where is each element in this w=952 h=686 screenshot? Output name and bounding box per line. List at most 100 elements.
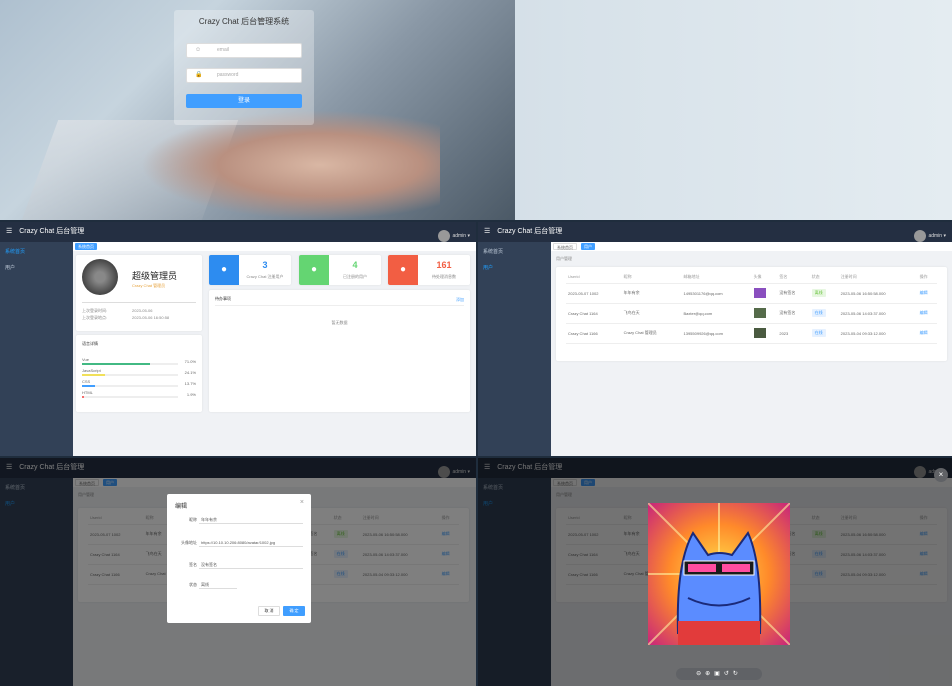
table-row: 2023-05-07 1002 年年有余 1495301176@qq.com 没… <box>566 283 937 304</box>
edit-button[interactable]: 编辑 <box>920 330 928 335</box>
tab-users[interactable]: 用户 <box>581 243 595 250</box>
avatar <box>914 229 927 242</box>
last-login-label: 上次登录时间: <box>82 308 108 313</box>
app-header: ☰ Crazy Chat 后台管理 admin ▾ <box>0 222 476 242</box>
sidebar: 系统首页 用户 <box>478 242 551 456</box>
edit-dialog: 编辑 × 昵称 年年有余 头像地址 https://10.10.10.206:8080… <box>167 494 311 623</box>
stat-label: 已注册的用户 <box>343 274 367 279</box>
confirm-button[interactable]: 确 定 <box>283 606 305 616</box>
preview-toolbar: ⊖⊕▣↺↻ <box>676 668 762 680</box>
stat-number: 161 <box>436 260 452 270</box>
cell-status: 在线 <box>809 323 839 344</box>
stat-icon: ● <box>388 255 418 285</box>
language-name: CSS <box>82 379 91 384</box>
column-header: 昵称 <box>621 271 682 284</box>
language-pct: 1.9% <box>186 392 196 397</box>
email-field[interactable]: ☺ email <box>186 43 302 58</box>
sidebar-item-home[interactable]: 系统首页 <box>0 242 73 258</box>
status-select[interactable]: 离线 <box>199 580 237 589</box>
cell-email: Baxter@qq.com <box>681 303 752 324</box>
column-header: 状态 <box>809 271 839 284</box>
close-icon[interactable]: × <box>300 499 304 506</box>
tab-home[interactable]: 系统首页 <box>75 243 97 250</box>
preview-panel: ☰ Crazy Chat 后台管理 admin ▾ 系统首页 用户 系统首页 用… <box>478 458 952 686</box>
table-row: Crazy Chat 1166 Crazy Chat 管理员 139550992… <box>566 323 937 344</box>
field-input[interactable]: 年年有余 <box>199 515 303 524</box>
sidebar-item-users[interactable]: 用户 <box>0 258 73 274</box>
cell-avatar[interactable] <box>751 323 778 344</box>
cell-userid: 2023-05-07 1002 <box>566 283 622 304</box>
avatar-thumbnail[interactable] <box>753 327 766 338</box>
menu-icon[interactable]: ☰ <box>6 228 12 235</box>
dashboard-panel: ☰ Crazy Chat 后台管理 admin ▾ 系统首页 用户 系统首页 超… <box>0 222 476 456</box>
language-bar <box>82 363 178 365</box>
cancel-button[interactable]: 取 消 <box>258 606 280 616</box>
close-icon[interactable]: × <box>934 468 948 482</box>
edit-button[interactable]: 编辑 <box>920 290 928 295</box>
edit-panel: ☰ Crazy Chat 后台管理 admin ▾ 系统首页 用户 系统首页 用… <box>0 458 476 686</box>
field-input[interactable]: 没有签名 <box>199 560 303 569</box>
column-header: 操作 <box>917 271 937 284</box>
column-header: 签名 <box>777 271 810 284</box>
language-pct: 24.1% <box>184 370 196 375</box>
language-pct: 71.0% <box>184 359 196 364</box>
cell-actions: 编辑 <box>917 323 937 344</box>
cell-status: 离线 <box>809 283 839 304</box>
todo-title: 待办事项 <box>215 296 231 301</box>
column-header: 头像 <box>751 271 778 284</box>
cell-nickname: 飞鸟在天 <box>621 303 682 324</box>
field-label: 签名 <box>189 562 197 567</box>
cell-email: 1395509926@qq.com <box>681 323 752 344</box>
table-row: Crazy Chat 1164 飞鸟在天 Baxter@qq.com 没有签名 … <box>566 303 937 324</box>
language-row: Vue 71.0% <box>82 357 196 365</box>
cell-actions: 编辑 <box>917 303 937 324</box>
stat-icon: ● <box>209 255 239 285</box>
cell-time: 2023-05-06 14:03:37.000 <box>838 303 918 324</box>
rotate-left-icon[interactable]: ↺ <box>724 671 733 677</box>
todo-empty: 暂无数据 <box>331 320 348 325</box>
language-row: JavaScript 24.1% <box>82 368 196 376</box>
field-input[interactable]: https://10.10.10.206:8080/avatar/1002.jp… <box>199 538 303 547</box>
stat-card: ● 161 待处理消息数 <box>388 255 470 285</box>
todo-add-button[interactable]: 添加 <box>456 297 464 303</box>
stat-number: 4 <box>352 260 358 270</box>
divider <box>215 305 464 306</box>
avatar-preview-image <box>648 503 790 645</box>
language-bar-fill <box>82 374 106 376</box>
cell-avatar[interactable] <box>751 283 778 304</box>
login-title: Crazy Chat 后台管理系统 <box>198 17 290 26</box>
password-field[interactable]: 🔒 password <box>186 68 302 83</box>
avatar <box>438 229 451 242</box>
rotate-right-icon[interactable]: ↻ <box>733 671 742 677</box>
language-bar-fill <box>82 396 84 398</box>
column-header: 邮箱地址 <box>681 271 752 284</box>
cell-avatar[interactable] <box>751 303 778 324</box>
sidebar-item-home[interactable]: 系统首页 <box>478 242 551 258</box>
todo-card: 待办事项 添加 暂无数据 <box>209 290 470 412</box>
language-bar-fill <box>82 363 151 365</box>
breadcrumb: 用户管理 <box>556 256 572 261</box>
user-name: 超级管理员 <box>132 271 178 281</box>
user-role: Crazy Chat 管理员 <box>132 283 166 288</box>
stat-icon: ● <box>299 255 329 285</box>
zoom-out-icon[interactable]: ⊖ <box>696 671 705 677</box>
last-location-label: 上次登录地点: <box>82 315 108 320</box>
avatar <box>82 259 118 295</box>
field-label: 头像地址 <box>181 540 197 545</box>
fullscreen-icon[interactable]: ▣ <box>714 671 724 677</box>
column-header: 注册时间 <box>838 271 918 284</box>
divider <box>82 302 196 303</box>
avatar-thumbnail[interactable] <box>753 307 766 318</box>
login-button[interactable]: 登录 <box>186 94 302 108</box>
avatar-thumbnail[interactable] <box>753 287 766 298</box>
language-card: 语言详情 Vue 71.0% JavaScript 24.1% CSS 13.7… <box>76 335 202 412</box>
sidebar-item-users[interactable]: 用户 <box>478 258 551 274</box>
last-login-value: 2023-05-06 <box>132 308 153 313</box>
field-label: 状态 <box>189 582 197 587</box>
menu-icon[interactable]: ☰ <box>484 228 490 235</box>
language-name: Vue <box>82 357 89 362</box>
tab-home[interactable]: 系统首页 <box>553 243 577 250</box>
zoom-in-icon[interactable]: ⊕ <box>705 671 714 677</box>
sidebar: 系统首页 用户 <box>0 242 73 456</box>
edit-button[interactable]: 编辑 <box>920 310 928 315</box>
